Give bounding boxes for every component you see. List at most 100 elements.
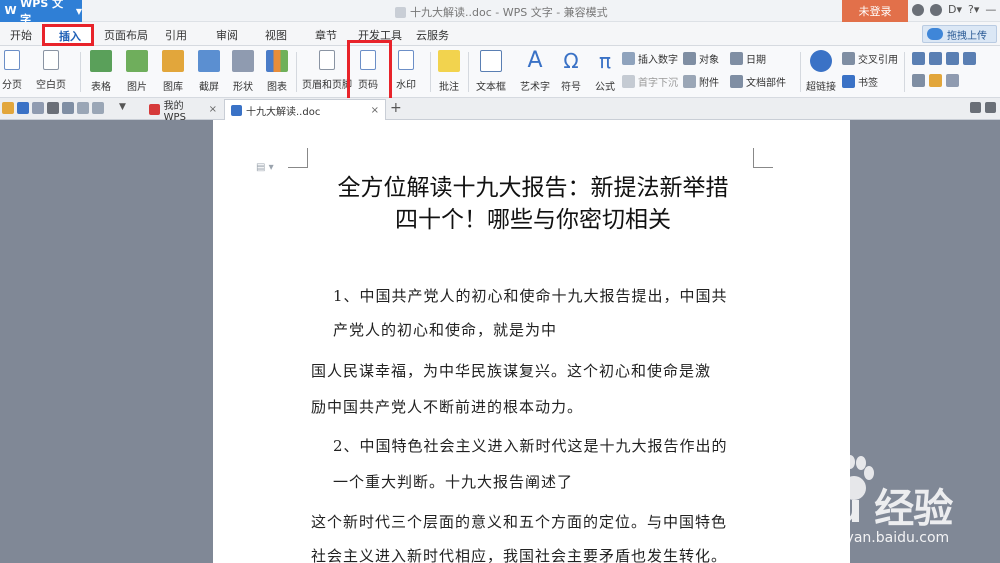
divider [800,52,801,92]
checkbox-control-icon[interactable] [929,52,942,65]
title-bar: W WPS 文字 ▼ 十九大解读..doc - WPS 文字 - 兼容模式 未登… [0,0,1000,26]
chevron-down-icon[interactable]: ▼ [119,102,126,114]
help-icon[interactable]: ?▾ [968,3,979,16]
tab-chapter[interactable]: 章节 [315,27,337,43]
tab-my-wps[interactable]: 我的WPS × [143,99,223,123]
date-button[interactable]: 日期 [730,51,766,66]
form-tools-row [912,74,959,87]
eraser-icon[interactable] [929,74,942,87]
lock-icon[interactable] [946,74,959,87]
wordart-button[interactable]: A 艺术字 [520,46,550,94]
drop-cap-button[interactable]: 首字下沉 [622,74,678,89]
tab-references[interactable]: 引用 [165,27,187,43]
insert-number-button[interactable]: 插入数字 [622,51,678,66]
table-button[interactable]: 表格 [90,46,112,93]
login-button[interactable]: 未登录 [842,0,908,22]
watermark-button[interactable]: 水印 [396,46,416,91]
cloud-upload-button[interactable]: 拖拽上传 [922,25,997,43]
close-icon[interactable]: × [371,105,379,116]
gallery-button[interactable]: 图库 [162,46,184,93]
tab-start[interactable]: 开始 [10,27,32,43]
bookmark-button[interactable]: 书签 [842,74,878,89]
header-footer-button[interactable]: 页眉和页脚 [302,46,352,91]
paragraph-layout-icon[interactable]: ▤ ▾ [256,162,274,173]
text-control-icon[interactable] [963,52,976,65]
chart-icon [266,50,288,72]
tab-cloud[interactable]: 云服务 [416,27,449,43]
screenshot-button[interactable]: 截屏 [198,46,220,93]
wps-icon [149,104,160,115]
save-icon[interactable] [17,102,29,114]
comment-icon [438,50,460,72]
header-footer-label: 页眉和页脚 [302,80,352,91]
app-menu-button[interactable]: W WPS 文字 ▼ [0,0,82,26]
object-icon [683,52,696,65]
settings-icon[interactable] [930,3,942,16]
tab-review[interactable]: 审阅 [216,27,238,43]
skin-icon[interactable] [912,3,924,16]
page-number-highlight [347,40,392,102]
export-icon[interactable] [32,102,44,114]
text-box-button[interactable]: 文本框 [476,46,506,93]
date-label: 日期 [746,55,766,66]
wordart-label: 艺术字 [520,82,550,93]
attachment-button[interactable]: 附件 [683,74,719,89]
text-box-icon [480,50,502,72]
open-icon[interactable] [2,102,14,114]
redo-icon[interactable] [92,102,104,114]
omega-icon: Ω [563,49,579,73]
blank-page-label: 空白页 [36,80,66,91]
formula-button[interactable]: π 公式 [594,46,616,93]
hyperlink-label: 超链接 [806,82,836,93]
cross-reference-button[interactable]: 交叉引用 [842,51,898,66]
play-icon[interactable] [970,102,981,113]
share-icon[interactable]: D▾ [948,3,962,16]
document-title: 全方位解读十九大报告：新提法新举措 四十个！哪些与你密切相关 [298,172,768,236]
close-icon[interactable]: × [209,104,217,115]
paragraph-line: 1、中国共产党人的初心和使命十九大报告提出，中国共 [333,287,728,305]
doc-parts-label: 文档部件 [746,78,786,89]
table-label: 表格 [91,82,111,93]
tab-my-wps-label: 我的WPS [163,100,186,123]
paragraph-line: 这个新时代三个层面的意义和五个方面的定位。与中国特色 [311,513,728,531]
tab-view[interactable]: 视图 [265,27,287,43]
print-icon[interactable] [47,102,59,114]
properties-icon[interactable] [912,74,925,87]
calendar-icon [730,52,743,65]
shape-icon [232,50,254,72]
drop-cap-icon [622,75,635,88]
gallery-icon [162,50,184,72]
symbol-label: 符号 [561,82,581,93]
menu-icon[interactable] [985,102,996,113]
comment-button[interactable]: 批注 [438,46,460,93]
tab-document[interactable]: 十九大解读..doc × [224,99,386,120]
page-break-icon [4,50,20,70]
doc-parts-button[interactable]: 文档部件 [730,74,786,89]
form-control-icon[interactable] [912,52,925,65]
object-button[interactable]: 对象 [683,51,719,66]
paragraph-line: 2、中国特色社会主义进入新时代这是十九大报告作出的 [333,437,728,455]
divider [904,52,905,92]
paragraph-line: 励中国共产党人不断前进的根本动力。 [311,398,584,416]
add-tab-icon[interactable]: + [390,100,402,116]
tab-insert[interactable]: 插入 [59,28,81,44]
page-break-button[interactable]: 分页 [2,46,22,91]
shape-button[interactable]: 形状 [232,46,254,93]
header-footer-icon [319,50,335,70]
divider [296,52,297,92]
tab-insert-highlight[interactable]: 插入 [42,24,94,46]
picture-button[interactable]: 图片 [126,46,148,93]
table-icon [90,50,112,72]
watermark-logo: Baidu 经验 [738,486,953,532]
list-control-icon[interactable] [946,52,959,65]
preview-icon[interactable] [62,102,74,114]
blank-page-button[interactable]: 空白页 [36,46,66,91]
doc-parts-icon [730,75,743,88]
symbol-button[interactable]: Ω 符号 [560,46,582,93]
chart-button[interactable]: 图表 [266,46,288,93]
hyperlink-button[interactable]: 超链接 [806,46,836,93]
minimize-icon[interactable]: — [985,3,996,16]
undo-icon[interactable] [77,102,89,114]
tab-page-layout[interactable]: 页面布局 [104,27,148,43]
watermark-label: 水印 [396,80,416,91]
